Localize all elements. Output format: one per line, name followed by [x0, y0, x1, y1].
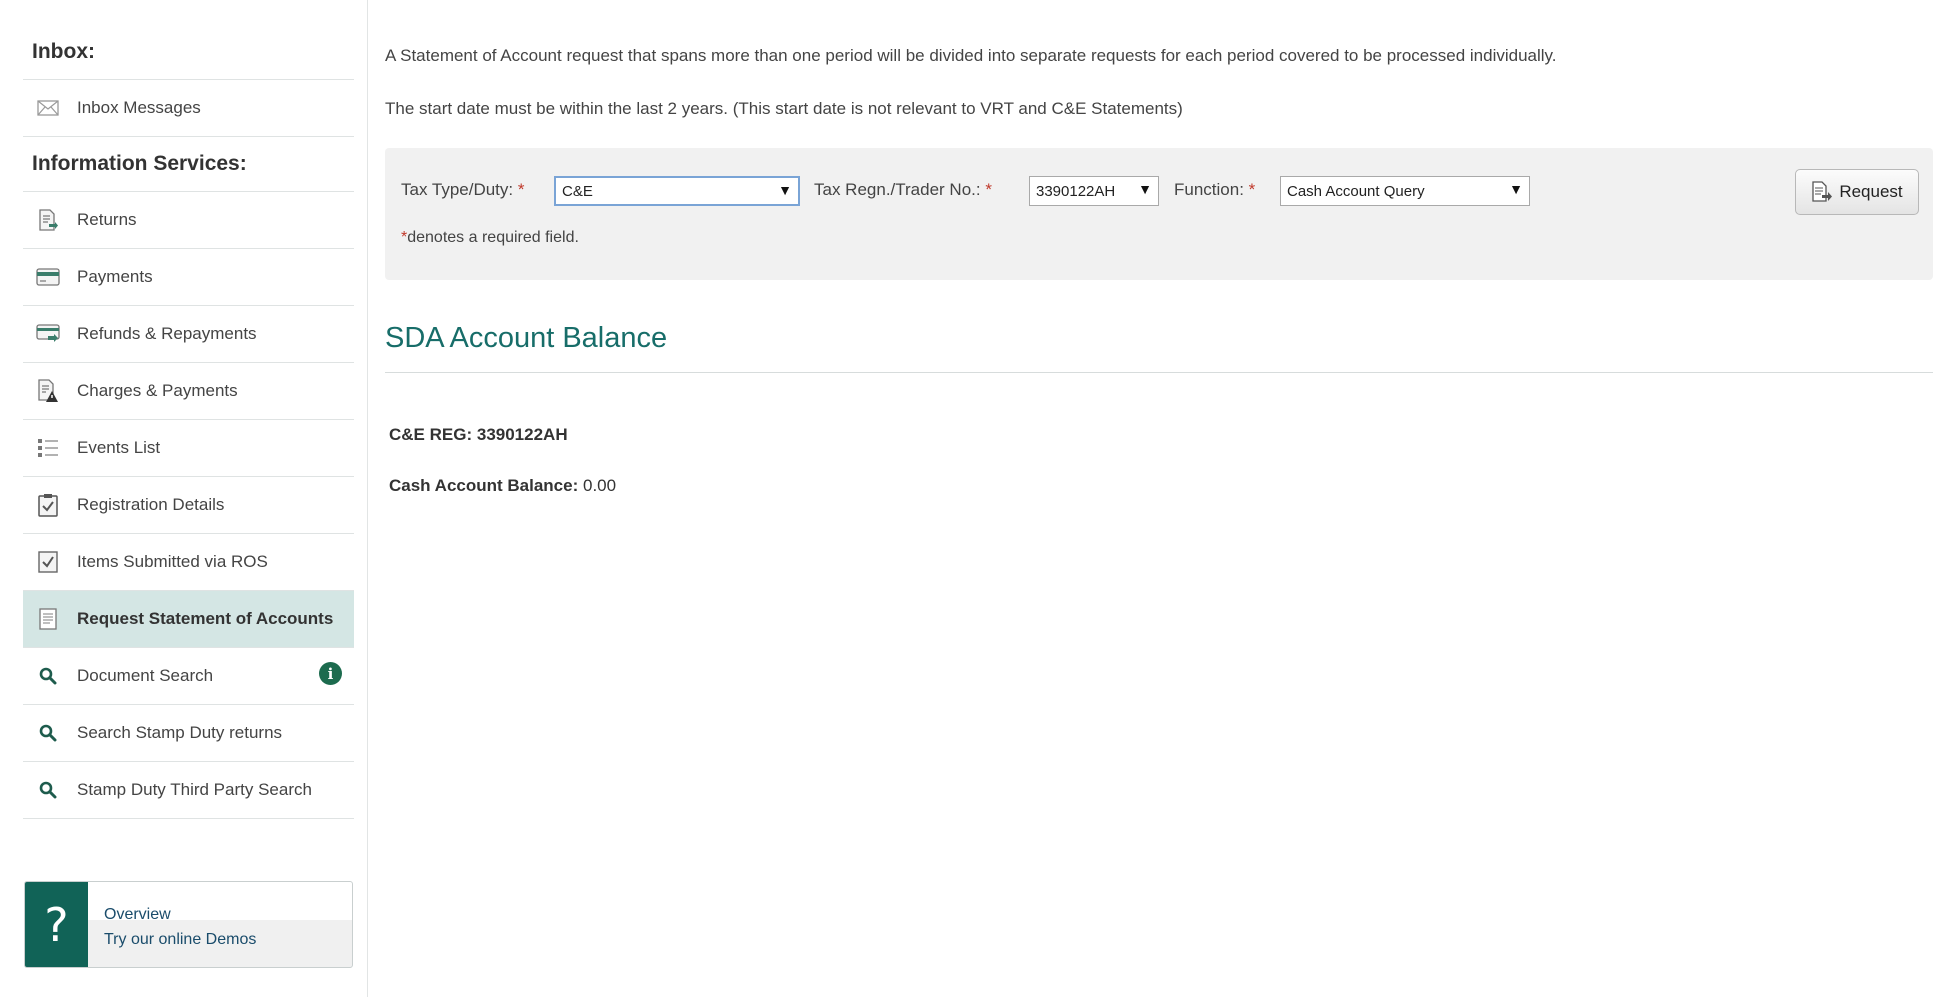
- help-question-icon: ?: [25, 882, 88, 967]
- statement-document-icon: [35, 607, 61, 631]
- sidebar-item-refunds-repayments[interactable]: Refunds & Repayments: [23, 306, 354, 363]
- sidebar-item-items-submitted-via-ros[interactable]: Items Submitted via ROS: [23, 534, 354, 591]
- function-select[interactable]: Cash Account Query ▼: [1280, 176, 1530, 206]
- request-form-panel: Tax Type/Duty: * C&E ▼ Tax Regn./Trader …: [385, 148, 1933, 280]
- envelope-icon: [35, 96, 61, 120]
- dropdown-arrow-icon: ▼: [1509, 181, 1523, 197]
- reg-number-line: C&E REG: 3390122AH: [389, 425, 568, 445]
- information-services-heading: Information Services:: [23, 137, 354, 192]
- sidebar-item-label: Items Submitted via ROS: [77, 552, 268, 571]
- tax-regn-select[interactable]: 3390122AH ▼: [1029, 176, 1159, 206]
- balance-label: Cash Account Balance:: [389, 476, 579, 495]
- tax-type-value: C&E: [562, 182, 593, 200]
- sidebar-nav: Inbox: Inbox Messages Information Servic…: [23, 25, 354, 819]
- sidebar-item-stamp-duty-third-party-search[interactable]: Stamp Duty Third Party Search: [23, 762, 354, 819]
- info-note-start-date: The start date must be within the last 2…: [385, 99, 1183, 118]
- reg-value: 3390122AH: [476, 425, 568, 444]
- returns-document-icon: [35, 208, 61, 232]
- tax-regn-label: Tax Regn./Trader No.: *: [814, 180, 992, 199]
- sidebar-item-search-stamp-duty-returns[interactable]: Search Stamp Duty returns: [23, 705, 354, 762]
- section-divider: [385, 372, 1933, 373]
- warning-document-icon: [35, 379, 61, 403]
- help-demos-box[interactable]: ? Overview Try our online Demos: [24, 881, 353, 968]
- sidebar-item-label: Inbox Messages: [77, 98, 201, 117]
- info-note-period: A Statement of Account request that span…: [385, 46, 1557, 65]
- sidebar-item-label: Document Search: [77, 666, 214, 685]
- tax-regn-value: 3390122AH: [1036, 182, 1116, 200]
- request-document-icon: [1811, 181, 1833, 203]
- search-icon: [35, 721, 61, 745]
- sidebar-item-label: Charges & Payments: [77, 381, 238, 400]
- sidebar-item-label: Registration Details: [77, 495, 225, 514]
- sidebar-item-payments[interactable]: Payments: [23, 249, 354, 306]
- sidebar-item-label: Payments: [77, 267, 153, 286]
- sidebar-item-registration-details[interactable]: Registration Details: [23, 477, 354, 534]
- balance-line: Cash Account Balance: 0.00: [389, 476, 616, 496]
- list-icon: [35, 436, 61, 460]
- sidebar-item-label: Stamp Duty Third Party Search: [77, 780, 312, 799]
- sidebar-item-inbox-messages[interactable]: Inbox Messages: [23, 80, 354, 137]
- function-value: Cash Account Query: [1287, 182, 1425, 200]
- request-button[interactable]: Request: [1795, 169, 1919, 215]
- sidebar-item-request-statement-of-accounts[interactable]: Request Statement of Accounts: [23, 591, 354, 648]
- sidebar-item-label: Refunds & Repayments: [77, 324, 257, 343]
- section-title: SDA Account Balance: [385, 322, 668, 354]
- function-label: Function: *: [1174, 180, 1256, 199]
- help-text: Overview Try our online Demos: [88, 882, 256, 967]
- inbox-heading: Inbox:: [23, 25, 354, 80]
- sidebar-item-document-search[interactable]: Document Search i: [23, 648, 354, 705]
- checkbox-document-icon: [35, 550, 61, 574]
- refund-card-icon: [35, 322, 61, 346]
- tax-type-select[interactable]: C&E ▼: [554, 176, 800, 206]
- dropdown-arrow-icon: ▼: [1138, 181, 1152, 197]
- card-icon: [35, 265, 61, 289]
- sidebar-item-label: Events List: [77, 438, 161, 457]
- sidebar-item-label: Search Stamp Duty returns: [77, 723, 283, 742]
- sidebar-item-returns[interactable]: Returns: [23, 192, 354, 249]
- tax-type-label: Tax Type/Duty: *: [401, 180, 525, 199]
- sidebar-item-label: Request Statement of Accounts: [77, 609, 334, 628]
- help-demos-link[interactable]: Try our online Demos: [104, 927, 256, 952]
- help-overview-link[interactable]: Overview: [104, 902, 256, 927]
- search-icon: [35, 664, 61, 688]
- sidebar-item-events-list[interactable]: Events List: [23, 420, 354, 477]
- request-button-label: Request: [1839, 182, 1903, 201]
- search-icon: [35, 778, 61, 802]
- sidebar-item-charges-payments[interactable]: Charges & Payments: [23, 363, 354, 420]
- info-icon[interactable]: i: [319, 662, 342, 685]
- reg-label: C&E REG:: [389, 425, 473, 444]
- sidebar-divider: [367, 0, 368, 997]
- required-field-note: *denotes a required field.: [401, 229, 579, 246]
- sidebar-item-label: Returns: [77, 210, 137, 229]
- clipboard-check-icon: [35, 493, 61, 517]
- dropdown-arrow-icon: ▼: [778, 182, 792, 198]
- balance-value: 0.00: [582, 476, 617, 495]
